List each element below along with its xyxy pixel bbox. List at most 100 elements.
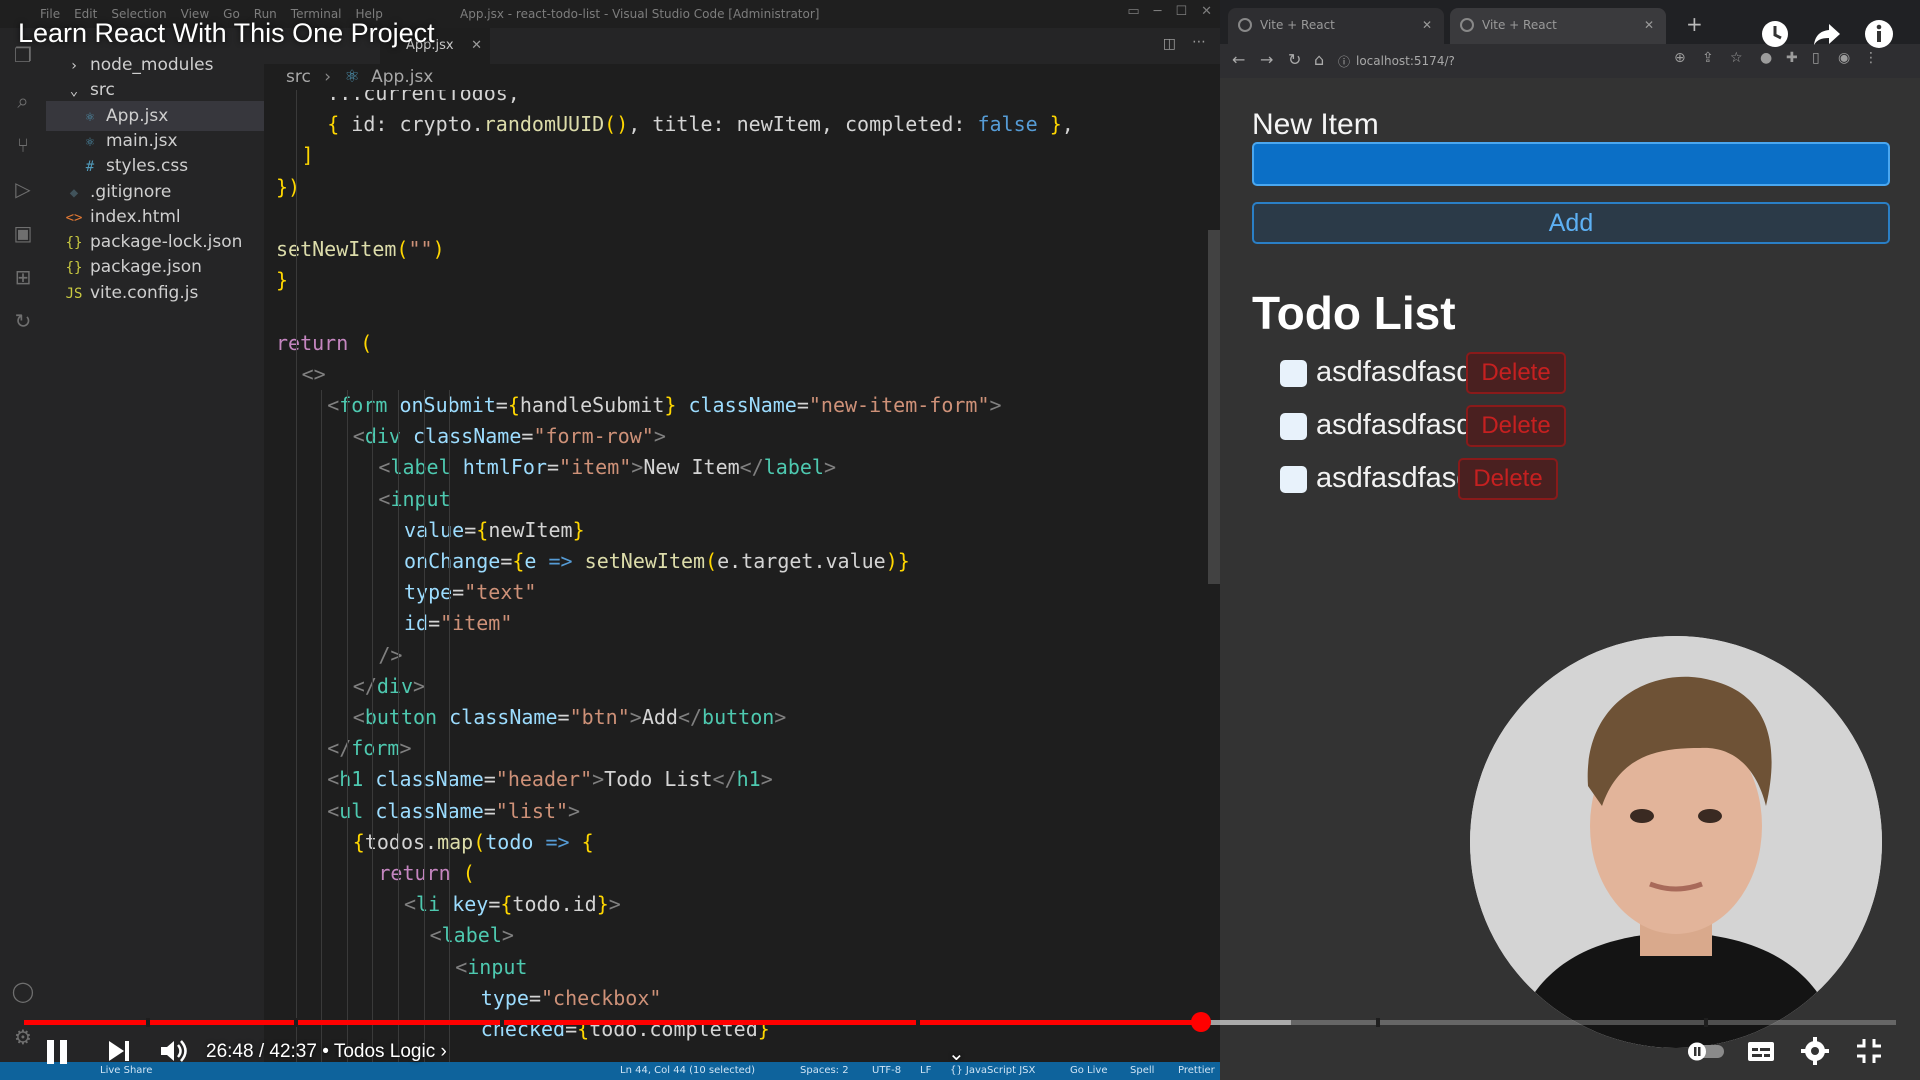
home-icon[interactable]: ⌂ xyxy=(1314,50,1324,69)
code-line: <h1 className="header">Todo List</h1> xyxy=(327,767,773,792)
react-icon: ⚛ xyxy=(344,67,360,87)
todo-list-header: Todo List xyxy=(1252,287,1456,339)
status-item[interactable]: Spell xyxy=(1130,1062,1154,1080)
chevron-down-icon[interactable]: ⌄ xyxy=(948,1036,965,1070)
maximize-icon[interactable]: ☐ xyxy=(1175,4,1187,19)
new-tab-icon[interactable]: + xyxy=(1686,12,1703,36)
back-icon[interactable]: ← xyxy=(1232,50,1245,69)
split-editor-icon[interactable]: ◫ xyxy=(1163,36,1176,52)
code-line: <button className="btn">Add</button> xyxy=(352,705,787,729)
chapter-marker xyxy=(294,1018,298,1027)
status-item[interactable]: Spaces: 2 xyxy=(800,1062,849,1080)
video-title[interactable]: Learn React With This One Project xyxy=(18,18,435,49)
indent-guide xyxy=(398,390,399,1062)
globe-icon xyxy=(1460,18,1474,32)
indent-guide xyxy=(449,390,451,1062)
code-line: <div className="form-row"> xyxy=(352,424,666,449)
close-icon[interactable]: ✕ xyxy=(1201,4,1212,19)
vscode-window: File Edit Selection View Go Run Terminal Help A… xyxy=(0,0,1220,1080)
close-tab-icon[interactable]: ✕ xyxy=(1422,8,1432,42)
presenter-webcam xyxy=(1470,636,1882,1048)
code-line: <label> xyxy=(429,923,514,948)
todo-checkbox[interactable] xyxy=(1280,466,1307,493)
add-button[interactable]: Add xyxy=(1252,202,1890,244)
search-icon[interactable]: ⌕ xyxy=(10,88,36,114)
todo-item: asdfasdfasdf Delete xyxy=(1280,352,1880,394)
bookmark-star-icon[interactable]: ☆ xyxy=(1730,50,1743,66)
window-title: App.jsx - react-todo-list - Visual Studi… xyxy=(460,7,820,21)
subtitles-icon[interactable] xyxy=(1746,1036,1776,1074)
puzzle-icon[interactable]: ✚ xyxy=(1786,50,1798,66)
file-tree-label: package.json xyxy=(90,257,202,278)
close-tab-icon[interactable]: ✕ xyxy=(471,28,482,64)
tab-title: Vite + React xyxy=(1482,18,1557,32)
pause-icon[interactable] xyxy=(44,1036,70,1074)
status-item[interactable]: Go Live xyxy=(1070,1062,1107,1080)
info-icon[interactable] xyxy=(1862,18,1896,52)
todo-checkbox[interactable] xyxy=(1280,413,1307,440)
clock-icon[interactable] xyxy=(1758,18,1792,52)
side-panel-icon[interactable]: ▯ xyxy=(1812,50,1820,66)
share-icon[interactable] xyxy=(1810,18,1844,52)
gear-icon[interactable] xyxy=(1800,1036,1830,1074)
delete-button[interactable]: Delete xyxy=(1466,405,1566,447)
forward-icon[interactable]: → xyxy=(1260,50,1273,69)
share-page-icon[interactable]: ⇪ xyxy=(1702,50,1714,66)
exit-fullscreen-icon[interactable] xyxy=(1854,1036,1884,1074)
live-share-icon[interactable]: ↻ xyxy=(10,308,36,334)
chapter-title[interactable]: Todos Logic xyxy=(334,1041,435,1062)
status-item[interactable]: LF xyxy=(920,1062,931,1080)
zoom-icon[interactable]: ⊕ xyxy=(1674,50,1686,66)
todo-checkbox[interactable] xyxy=(1280,360,1307,387)
video-frame: File Edit Selection View Go Run Terminal Help A… xyxy=(0,0,1920,1080)
run-debug-icon[interactable]: ▷ xyxy=(10,176,36,202)
time-display: 26:48 / 42:37 • Todos Logic › xyxy=(206,1041,447,1062)
indent-guide xyxy=(423,390,425,1062)
browser-tab[interactable]: Vite + React ✕ xyxy=(1228,8,1444,44)
status-item[interactable]: UTF-8 xyxy=(872,1062,901,1080)
manage-gear-icon[interactable]: ⚙ xyxy=(10,1024,36,1050)
file-tree-label: package-lock.json xyxy=(90,232,243,253)
indent-guide xyxy=(321,390,323,1062)
tab-title: Vite + React xyxy=(1260,18,1335,32)
status-item[interactable]: Prettier xyxy=(1178,1062,1215,1080)
minimize-icon[interactable]: ─ xyxy=(1154,4,1162,19)
extension-icon[interactable]: ● xyxy=(1760,50,1772,66)
new-item-input[interactable] xyxy=(1252,142,1890,186)
reload-icon[interactable]: ↻ xyxy=(1288,50,1301,69)
code-line: type="checkbox" xyxy=(480,985,662,1010)
autoplay-toggle-icon[interactable] xyxy=(1684,1036,1728,1074)
delete-button[interactable]: Delete xyxy=(1466,352,1566,394)
source-control-icon[interactable]: ⑂ xyxy=(10,132,36,158)
code-line: {todos.map(todo => { xyxy=(352,829,594,854)
breadcrumb-file[interactable]: App.jsx xyxy=(371,67,433,87)
code-line: onChange={e => setNewItem(e.target.value… xyxy=(404,549,910,573)
volume-icon[interactable] xyxy=(158,1036,188,1074)
progress-scrubber[interactable] xyxy=(1191,1012,1211,1032)
layout-icon[interactable]: ▭ xyxy=(1127,4,1139,19)
code-editor[interactable]: ...currentTodos, { id: crypto.randomUUID(… xyxy=(264,90,1204,1062)
chapter-marker xyxy=(1376,1018,1380,1027)
site-info-icon[interactable]: ⓘ xyxy=(1338,53,1350,70)
profile-avatar[interactable]: ◉ xyxy=(1838,50,1850,66)
code-line: <li key={todo.id}> xyxy=(404,892,621,917)
next-icon[interactable] xyxy=(106,1036,132,1074)
browser-menu-icon[interactable]: ⋮ xyxy=(1864,50,1878,66)
account-icon[interactable]: ◯ xyxy=(10,978,36,1004)
file-tree-item[interactable]: JS vite.config.js xyxy=(46,278,264,308)
browser-tab-active[interactable]: Vite + React ✕ xyxy=(1450,8,1666,44)
close-tab-icon[interactable]: ✕ xyxy=(1644,8,1654,42)
more-actions-icon[interactable]: ⋯ xyxy=(1192,34,1206,50)
breadcrumb-src[interactable]: src xyxy=(286,67,311,87)
extensions-icon[interactable]: ⊞ xyxy=(10,264,36,290)
delete-button[interactable]: Delete xyxy=(1458,458,1558,500)
activity-bar: ❐ ⌕ ⑂ ▷ ▣ ⊞ ↻ ◯ ⚙ xyxy=(0,28,46,1062)
code-line: <input xyxy=(455,954,528,979)
code-line: } xyxy=(276,268,289,293)
status-item[interactable]: Ln 44, Col 44 (10 selected) xyxy=(620,1062,755,1080)
chevron-right-icon[interactable]: › xyxy=(441,1041,447,1062)
remote-explorer-icon[interactable]: ▣ xyxy=(10,220,36,246)
total-time: 42:37 xyxy=(269,1041,317,1062)
code-line: ] xyxy=(301,143,314,168)
editor-scrollbar[interactable] xyxy=(1208,230,1220,584)
